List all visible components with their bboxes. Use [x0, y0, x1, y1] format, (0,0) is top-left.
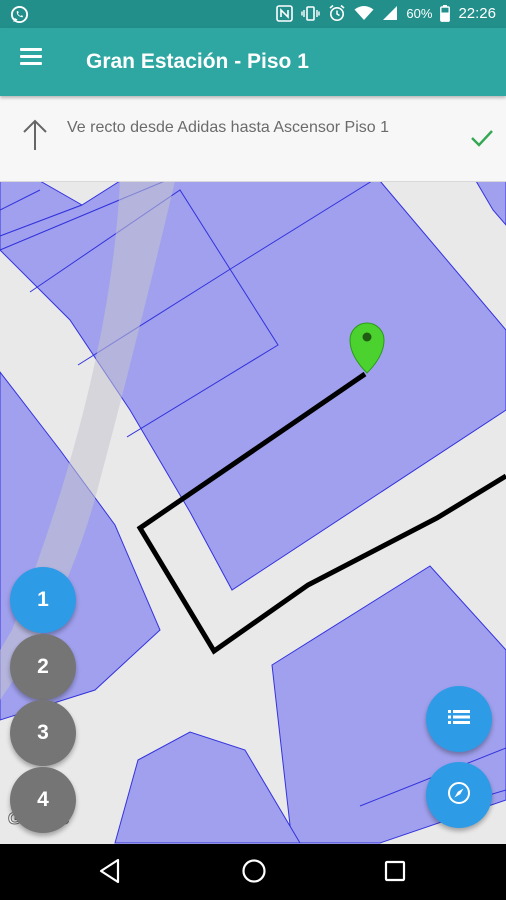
- floor-button-3[interactable]: 3: [10, 700, 76, 766]
- back-triangle-icon[interactable]: [99, 858, 121, 889]
- list-icon: [448, 709, 470, 730]
- home-icon[interactable]: [241, 858, 267, 889]
- map-room-top-right: [475, 181, 506, 226]
- page-title: Gran Estación - Piso 1: [86, 50, 309, 73]
- map-canvas[interactable]: [0, 181, 506, 844]
- indoor-map[interactable]: [0, 181, 506, 844]
- arrow-up-icon: [22, 118, 48, 157]
- whatsapp-icon: [10, 5, 29, 28]
- instruction-text: Ve recto desde Adidas hasta Ascensor Pis…: [67, 119, 389, 136]
- signal-icon: [382, 5, 398, 21]
- nfc-icon: [276, 4, 294, 22]
- battery-icon: [440, 4, 451, 22]
- navigation-instruction: Ve recto desde Adidas hasta Ascensor Pis…: [0, 96, 506, 182]
- status-bar: 60% 22:26: [0, 0, 506, 28]
- alarm-icon: [328, 4, 346, 22]
- vibrate-icon: [301, 5, 321, 22]
- system-nav-bar: [0, 844, 506, 900]
- floor-button-4[interactable]: 4: [10, 767, 76, 833]
- hamburger-menu-icon[interactable]: [14, 44, 54, 80]
- checkmark-icon[interactable]: [470, 128, 494, 153]
- recents-square-icon[interactable]: [384, 858, 406, 889]
- map-room-bottom: [114, 731, 301, 844]
- battery-percent: 60%: [406, 5, 433, 21]
- floor-button-2[interactable]: 2: [10, 634, 76, 700]
- floor-button-1[interactable]: 1: [10, 567, 76, 633]
- app-bar: Gran Estación - Piso 1: [0, 28, 506, 96]
- clock: 22:26: [458, 4, 496, 22]
- wifi-icon: [354, 5, 374, 21]
- compass-icon: [447, 781, 471, 810]
- list-button[interactable]: [426, 686, 492, 752]
- compass-button[interactable]: [426, 762, 492, 828]
